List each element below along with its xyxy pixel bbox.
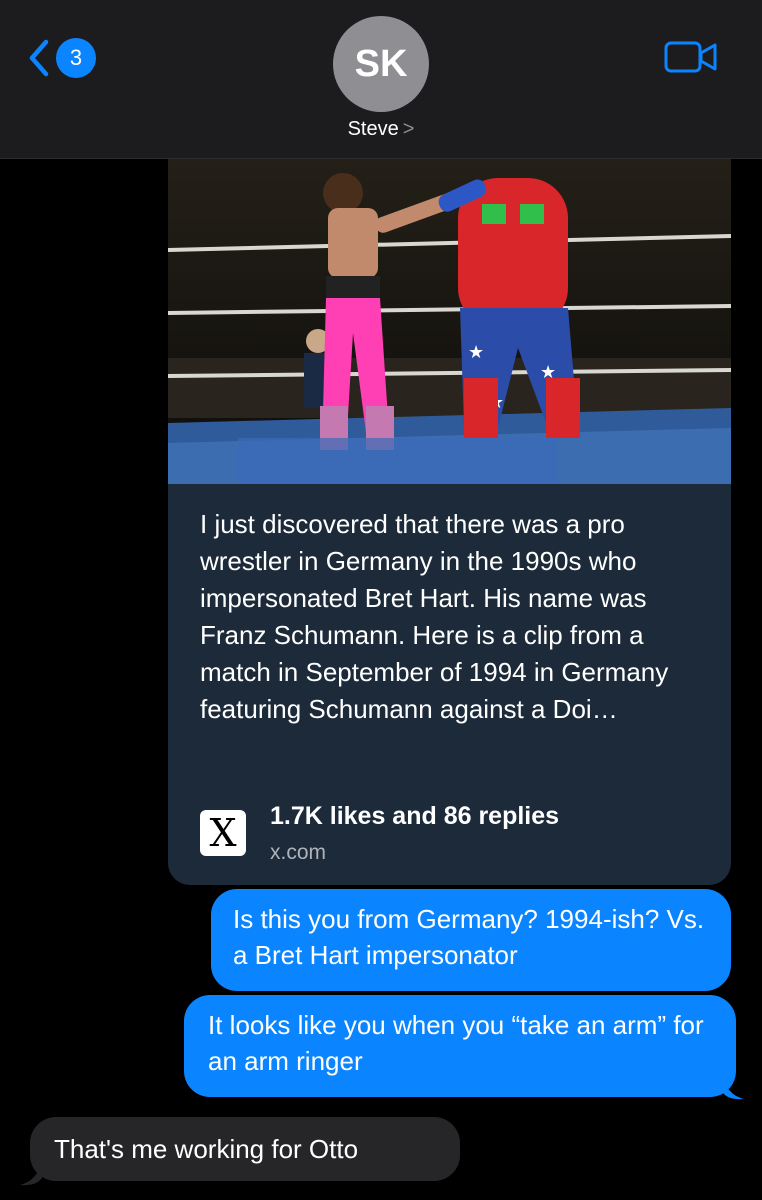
chevron-left-icon — [29, 39, 49, 77]
sent-message-bubble[interactable]: Is this you from Germany? 1994-ish? Vs. … — [211, 889, 731, 991]
received-bubble-tail — [20, 1162, 42, 1186]
wrestling-match-thumbnail: ★ ★ ★ — [168, 158, 731, 484]
contact-name-button[interactable]: Steve > — [0, 118, 762, 141]
video-camera-icon[interactable] — [664, 40, 718, 74]
conversation-header: 3 SK Steve > — [0, 0, 762, 159]
received-message-bubble[interactable]: That's me working for Otto — [30, 1117, 460, 1181]
unread-count-badge: 3 — [56, 38, 96, 78]
back-button[interactable]: 3 — [28, 38, 96, 78]
x-logo-icon: X — [200, 810, 246, 856]
link-preview-domain: x.com — [270, 841, 327, 864]
svg-text:★: ★ — [468, 342, 484, 363]
chevron-right-icon: > — [402, 118, 415, 140]
link-preview-card[interactable]: ★ ★ ★ I just discovered that there was a… — [168, 158, 731, 885]
sent-bubble-tail — [722, 1076, 744, 1100]
link-preview-source: X 1.7K likes and 86 replies x.com — [200, 798, 559, 865]
link-preview-text: I just discovered that there was a pro w… — [200, 509, 669, 724]
contact-name: Steve — [347, 118, 399, 140]
link-preview-stats: 1.7K likes and 86 replies — [270, 802, 560, 830]
sent-message-bubble[interactable]: It looks like you when you “take an arm”… — [184, 995, 736, 1097]
avatar[interactable]: SK — [333, 16, 429, 112]
